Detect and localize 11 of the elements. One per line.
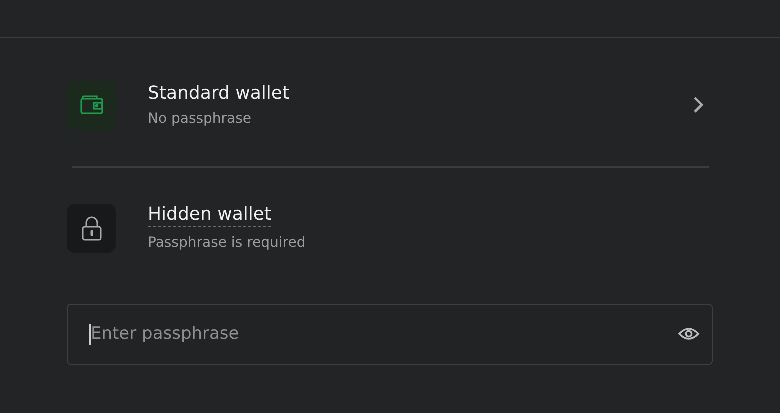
wallet-icon bbox=[80, 95, 104, 115]
passphrase-field[interactable]: Enter passphrase bbox=[67, 304, 713, 364]
wallet-option[interactable]: Hidden wallet Passphrase is required bbox=[67, 204, 713, 254]
option-subtitle: Passphrase is required bbox=[148, 234, 306, 253]
padlock-icon bbox=[80, 216, 102, 242]
show-password-eye-icon[interactable] bbox=[678, 326, 700, 340]
option-subtitle: No passphrase bbox=[148, 110, 252, 128]
chevron-right-icon bbox=[693, 96, 705, 114]
option-title: Standard wallet bbox=[148, 82, 290, 106]
option-title: Hidden wallet bbox=[148, 204, 272, 227]
wallet-option[interactable]: Standard wallet No passphrase bbox=[67, 80, 713, 130]
